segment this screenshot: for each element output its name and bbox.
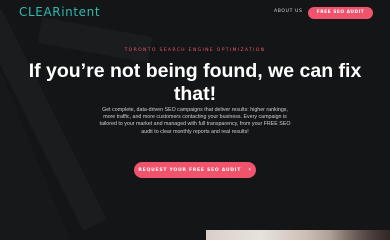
site-header: CLEARintent ABOUT US FREE SEO AUDIT [0,0,390,26]
hero-eyebrow: TORONTO SEARCH ENGINE OPTIMIZATION [124,48,266,53]
request-audit-button[interactable]: REQUEST YOUR FREE SEO AUDIT › [134,162,256,178]
free-seo-audit-button[interactable]: FREE SEO AUDIT [308,7,373,19]
chevron-right-icon: › [248,166,252,173]
hero-photo-shade [330,230,390,240]
brand-logo[interactable]: CLEARintent [19,6,100,19]
hero-section: CLEARintent ABOUT US FREE SEO AUDIT TORO… [0,0,390,240]
logo-text-intent: intent [61,5,101,19]
hero-description: Get complete, data-driven SEO campaigns … [99,107,291,135]
hero-headline: If you’re not being found, we can fix th… [28,60,362,105]
request-audit-label: REQUEST YOUR FREE SEO AUDIT [138,168,242,173]
nav-link-about[interactable]: ABOUT US [274,9,303,14]
logo-text-clear: CLEAR [19,5,62,19]
